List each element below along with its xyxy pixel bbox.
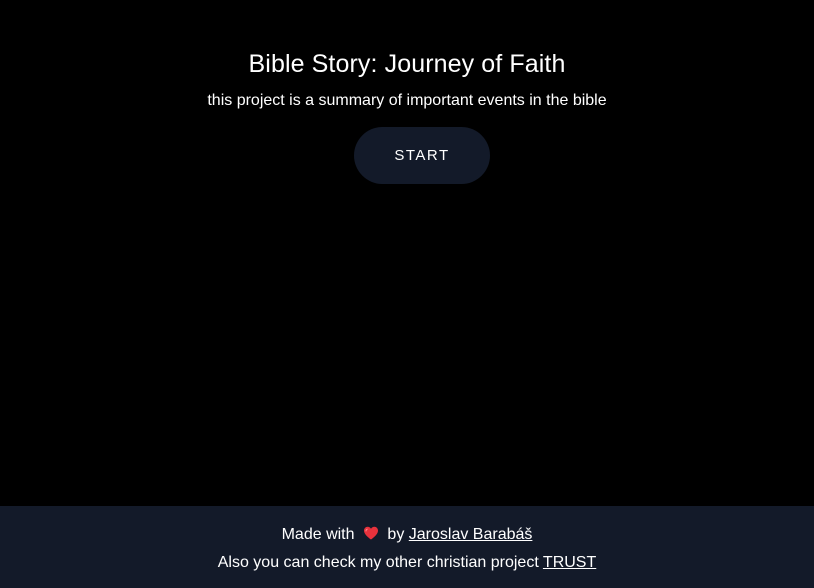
made-with-text: Made with bbox=[281, 526, 355, 543]
page: Bible Story: Journey of Faith this proje… bbox=[0, 0, 814, 588]
footer-project-line: Also you can check my other christian pr… bbox=[0, 552, 814, 574]
footer: Made with by Jaroslav Barabáš Also you c… bbox=[0, 506, 814, 588]
page-title: Bible Story: Journey of Faith bbox=[248, 50, 566, 78]
author-link[interactable]: Jaroslav Barabáš bbox=[409, 526, 533, 543]
start-button[interactable]: START bbox=[354, 127, 490, 184]
footer-credit-line: Made with by Jaroslav Barabáš bbox=[0, 524, 814, 546]
by-text: by bbox=[387, 526, 405, 543]
page-subtitle: this project is a summary of important e… bbox=[207, 92, 607, 109]
heart-icon bbox=[363, 526, 378, 540]
trust-project-link[interactable]: TRUST bbox=[543, 554, 596, 571]
also-check-text: Also you can check my other christian pr… bbox=[217, 554, 539, 571]
